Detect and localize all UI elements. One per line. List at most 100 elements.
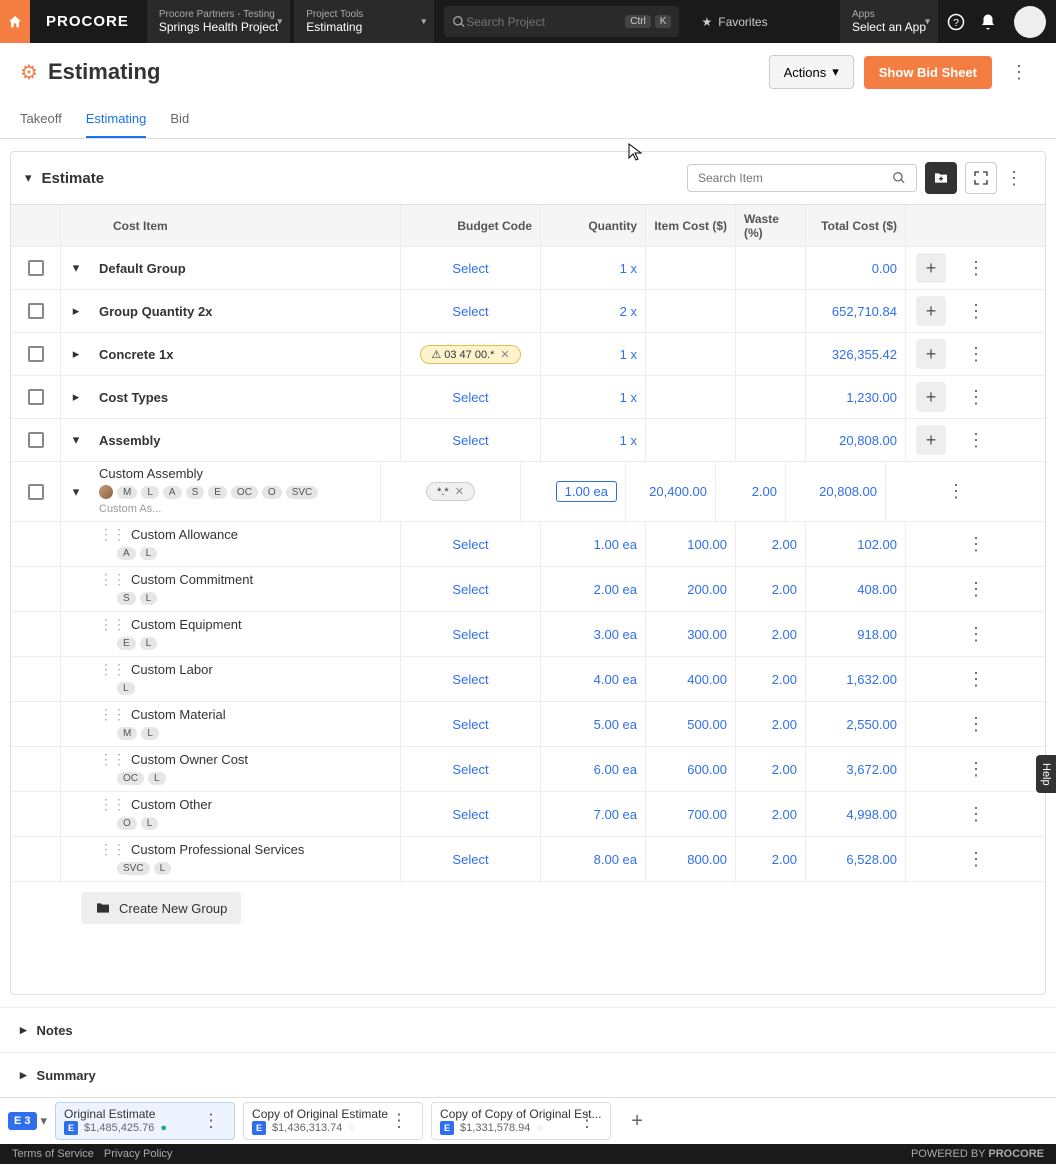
line-name[interactable]: Custom Labor <box>131 662 213 677</box>
row-kebab[interactable]: ⋮ <box>959 620 993 649</box>
line-name[interactable]: Custom Allowance <box>131 527 238 542</box>
row-kebab[interactable]: ⋮ <box>959 755 993 784</box>
item-cost-cell[interactable]: 700.00 <box>687 807 727 822</box>
row-checkbox[interactable] <box>28 346 44 362</box>
drag-handle-icon[interactable]: ⋮⋮ <box>99 661 125 677</box>
line-name[interactable]: Custom Professional Services <box>131 842 304 857</box>
budget-select[interactable]: Select <box>452 537 488 552</box>
row-kebab[interactable]: ⋮ <box>959 254 993 283</box>
line-name[interactable]: Custom Owner Cost <box>131 752 248 767</box>
line-name[interactable]: Custom Commitment <box>131 572 253 587</box>
panel-kebab[interactable]: ⋮ <box>997 164 1031 193</box>
actions-button[interactable]: Actions ▾ <box>769 55 854 89</box>
tab-estimating[interactable]: Estimating <box>86 101 147 138</box>
expand-toggle[interactable]: ▾ <box>73 260 80 276</box>
favorites-link[interactable]: ★ Favorites <box>687 0 781 43</box>
qty-cell[interactable]: 5.00 ea <box>594 717 637 732</box>
budget-select[interactable]: Select <box>452 627 488 642</box>
estimate-count-badge[interactable]: E 3 <box>8 1112 37 1130</box>
show-bid-sheet-button[interactable]: Show Bid Sheet <box>864 56 992 89</box>
item-cost-cell[interactable]: 800.00 <box>687 852 727 867</box>
waste-cell[interactable]: 2.00 <box>772 672 797 687</box>
expand-toggle[interactable]: ▸ <box>73 346 80 362</box>
item-cost-cell[interactable]: 300.00 <box>687 627 727 642</box>
budget-chip[interactable]: *.* ✕ <box>426 482 475 501</box>
waste-cell[interactable]: 2.00 <box>772 717 797 732</box>
budget-chip[interactable]: ⚠ 03 47 00.* ✕ <box>420 345 520 364</box>
drag-handle-icon[interactable]: ⋮⋮ <box>99 526 125 542</box>
estimate-tab-kebab[interactable]: ⋮ <box>194 1107 228 1136</box>
estimate-tab-kebab[interactable]: ⋮ <box>382 1107 416 1136</box>
row-kebab[interactable]: ⋮ <box>959 426 993 455</box>
qty-cell[interactable]: 1 x <box>620 433 637 448</box>
company-project-dropdown[interactable]: Procore Partners - Testing Springs Healt… <box>147 0 290 43</box>
waste-cell[interactable]: 2.00 <box>772 762 797 777</box>
drag-handle-icon[interactable]: ⋮⋮ <box>99 751 125 767</box>
item-cost-cell[interactable]: 100.00 <box>687 537 727 552</box>
expand-toggle[interactable]: ▸ <box>73 303 80 319</box>
budget-select[interactable]: Select <box>452 261 488 276</box>
group-name[interactable]: Group Quantity 2x <box>91 290 401 332</box>
group-name[interactable]: Concrete 1x <box>91 333 401 375</box>
item-cost-cell[interactable]: 500.00 <box>687 717 727 732</box>
privacy-link[interactable]: Privacy Policy <box>104 1148 172 1160</box>
item-cost-cell[interactable]: 400.00 <box>687 672 727 687</box>
row-kebab[interactable]: ⋮ <box>959 530 993 559</box>
terms-link[interactable]: Terms of Service <box>12 1148 94 1160</box>
tab-takeoff[interactable]: Takeoff <box>20 101 62 138</box>
row-checkbox[interactable] <box>28 432 44 448</box>
row-kebab[interactable]: ⋮ <box>959 383 993 412</box>
budget-select[interactable]: Select <box>452 582 488 597</box>
line-name[interactable]: Custom Other <box>131 797 212 812</box>
drag-handle-icon[interactable]: ⋮⋮ <box>99 841 125 857</box>
waste-cell[interactable]: 2.00 <box>772 852 797 867</box>
add-folder-button[interactable] <box>925 162 957 194</box>
budget-select[interactable]: Select <box>452 807 488 822</box>
row-checkbox[interactable] <box>28 260 44 276</box>
qty-cell[interactable]: 2.00 ea <box>594 582 637 597</box>
add-line-button[interactable]: + <box>916 296 946 326</box>
waste-cell[interactable]: 2.00 <box>772 807 797 822</box>
assembly-name[interactable]: Custom Assembly <box>99 466 372 481</box>
home-button[interactable] <box>0 0 30 43</box>
row-checkbox[interactable] <box>28 484 44 500</box>
waste-cell[interactable]: 2.00 <box>772 582 797 597</box>
add-line-button[interactable]: + <box>916 339 946 369</box>
expand-toggle[interactable]: ▾ <box>73 484 80 500</box>
global-search-input[interactable] <box>466 15 621 29</box>
row-kebab[interactable]: ⋮ <box>959 710 993 739</box>
row-kebab[interactable]: ⋮ <box>959 575 993 604</box>
qty-cell[interactable]: 6.00 ea <box>594 762 637 777</box>
row-kebab[interactable]: ⋮ <box>959 845 993 874</box>
qty-cell[interactable]: 1.00 ea <box>594 537 637 552</box>
row-kebab[interactable]: ⋮ <box>939 477 973 506</box>
row-kebab[interactable]: ⋮ <box>959 800 993 829</box>
group-name[interactable]: Default Group <box>91 247 401 289</box>
waste-cell[interactable]: 2.00 <box>772 627 797 642</box>
fullscreen-button[interactable] <box>965 162 997 194</box>
global-search[interactable]: Ctrl K <box>444 6 679 37</box>
apps-dropdown[interactable]: Apps Select an App <box>840 0 938 43</box>
expand-toggle[interactable]: ▸ <box>73 389 80 405</box>
group-name[interactable]: Cost Types <box>91 376 401 418</box>
budget-select[interactable]: Select <box>452 852 488 867</box>
help-icon[interactable]: ? <box>940 13 972 31</box>
drag-handle-icon[interactable]: ⋮⋮ <box>99 616 125 632</box>
add-estimate-tab[interactable]: + <box>619 1103 655 1139</box>
qty-cell[interactable]: 2 x <box>620 304 637 319</box>
row-kebab[interactable]: ⋮ <box>959 665 993 694</box>
bell-icon[interactable] <box>972 13 1004 31</box>
qty-cell[interactable]: 1 x <box>620 347 637 362</box>
qty-cell[interactable]: 4.00 ea <box>594 672 637 687</box>
notes-section[interactable]: ▸Notes <box>0 1007 1056 1052</box>
budget-select[interactable]: Select <box>452 717 488 732</box>
qty-cell[interactable]: 1 x <box>620 390 637 405</box>
summary-section[interactable]: ▸Summary <box>0 1052 1056 1097</box>
item-cost-cell[interactable]: 200.00 <box>687 582 727 597</box>
add-line-button[interactable]: + <box>916 253 946 283</box>
drag-handle-icon[interactable]: ⋮⋮ <box>99 796 125 812</box>
item-cost-cell[interactable]: 20,400.00 <box>649 484 707 499</box>
page-kebab[interactable]: ⋮ <box>1002 58 1036 87</box>
help-side-button[interactable]: Help <box>1036 755 1056 794</box>
budget-select[interactable]: Select <box>452 390 488 405</box>
